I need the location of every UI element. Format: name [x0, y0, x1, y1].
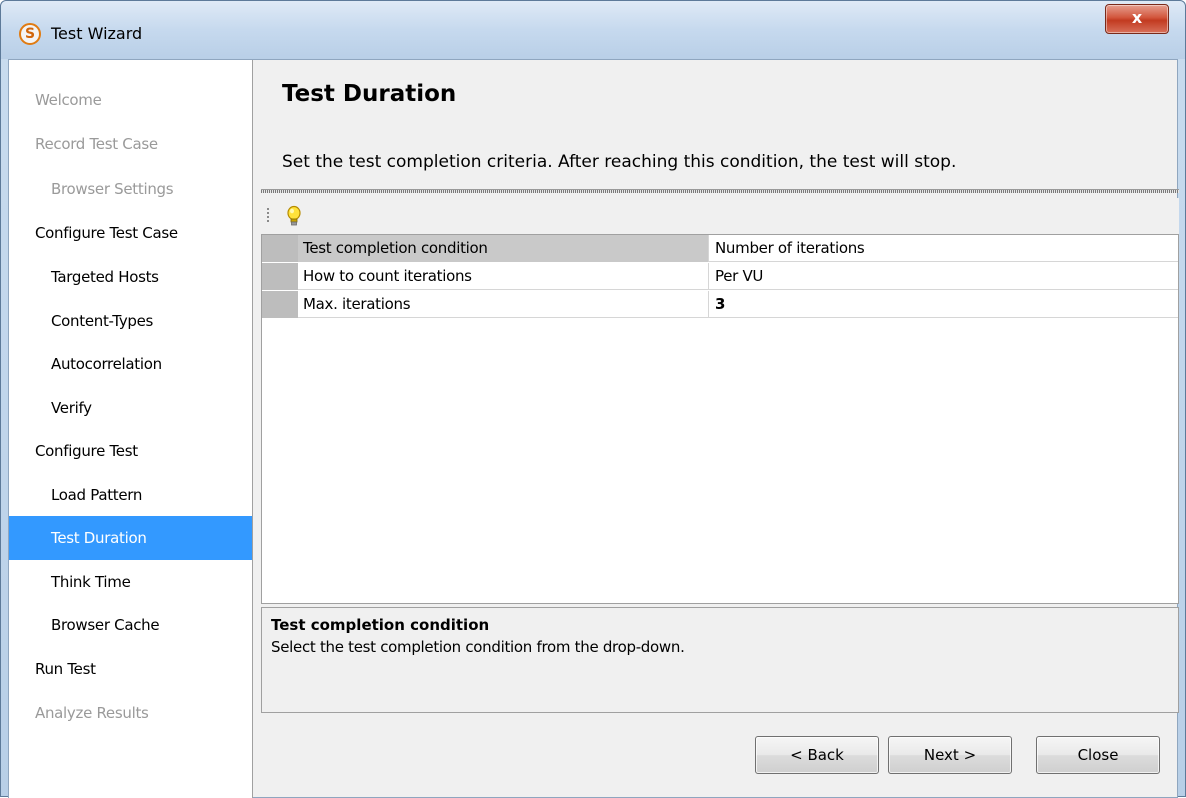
property-name: Max. iterations [298, 291, 709, 318]
step-targeted-hosts[interactable]: Targeted Hosts [9, 261, 252, 293]
back-button[interactable]: < Back [755, 736, 879, 774]
property-row-count-iterations[interactable]: How to count iterations Per VU [262, 263, 1178, 290]
step-configure-test-case[interactable]: Configure Test Case [9, 217, 252, 249]
step-run-test[interactable]: Run Test [9, 653, 252, 685]
app-logo-icon: S [19, 23, 41, 45]
property-toolbar [261, 198, 1179, 234]
step-load-pattern[interactable]: Load Pattern [9, 479, 252, 511]
description-title: Test completion condition [271, 616, 490, 634]
property-value-input[interactable]: 3 [710, 291, 1178, 318]
property-value-dropdown[interactable]: Number of iterations [710, 235, 1178, 262]
wizard-client-area: Welcome Record Test Case Browser Setting… [8, 59, 1179, 798]
lightbulb-icon[interactable] [283, 204, 305, 228]
property-value-dropdown[interactable]: Per VU [710, 263, 1178, 290]
property-name: Test completion condition [298, 235, 709, 262]
property-row-completion-condition[interactable]: Test completion condition Number of iter… [262, 235, 1178, 262]
step-welcome[interactable]: Welcome [9, 84, 252, 116]
step-browser-cache[interactable]: Browser Cache [9, 609, 252, 641]
step-analyze-results[interactable]: Analyze Results [9, 697, 252, 729]
window-close-button[interactable]: x [1105, 4, 1169, 34]
step-think-time[interactable]: Think Time [9, 566, 252, 598]
step-configure-test[interactable]: Configure Test [9, 435, 252, 467]
wizard-steps-sidebar: Welcome Record Test Case Browser Setting… [9, 60, 253, 798]
step-verify[interactable]: Verify [9, 392, 252, 424]
row-header [262, 291, 298, 318]
description-text: Select the test completion condition fro… [271, 638, 685, 656]
next-button[interactable]: Next > [888, 736, 1012, 774]
toolbar-grip[interactable] [267, 208, 269, 224]
step-test-duration[interactable]: Test Duration [9, 516, 252, 560]
property-name: How to count iterations [298, 263, 709, 290]
row-header [262, 263, 298, 290]
property-grid: Test completion condition Number of iter… [261, 234, 1179, 604]
property-row-max-iterations[interactable]: Max. iterations 3 [262, 291, 1178, 318]
header-divider [261, 189, 1179, 193]
step-record-test-case[interactable]: Record Test Case [9, 128, 252, 160]
step-content-types[interactable]: Content-Types [9, 305, 252, 337]
step-browser-settings[interactable]: Browser Settings [9, 173, 252, 205]
close-button[interactable]: Close [1036, 736, 1160, 774]
page-title: Test Duration [282, 81, 457, 107]
test-wizard-window: S Test Wizard x Welcome Record Test Case… [0, 0, 1186, 798]
row-header [262, 235, 298, 262]
property-description-panel: Test completion condition Select the tes… [261, 607, 1179, 713]
title-bar[interactable]: S Test Wizard x [1, 1, 1185, 59]
window-title: Test Wizard [51, 24, 143, 43]
page-subtitle: Set the test completion criteria. After … [282, 152, 957, 172]
step-autocorrelation[interactable]: Autocorrelation [9, 348, 252, 380]
